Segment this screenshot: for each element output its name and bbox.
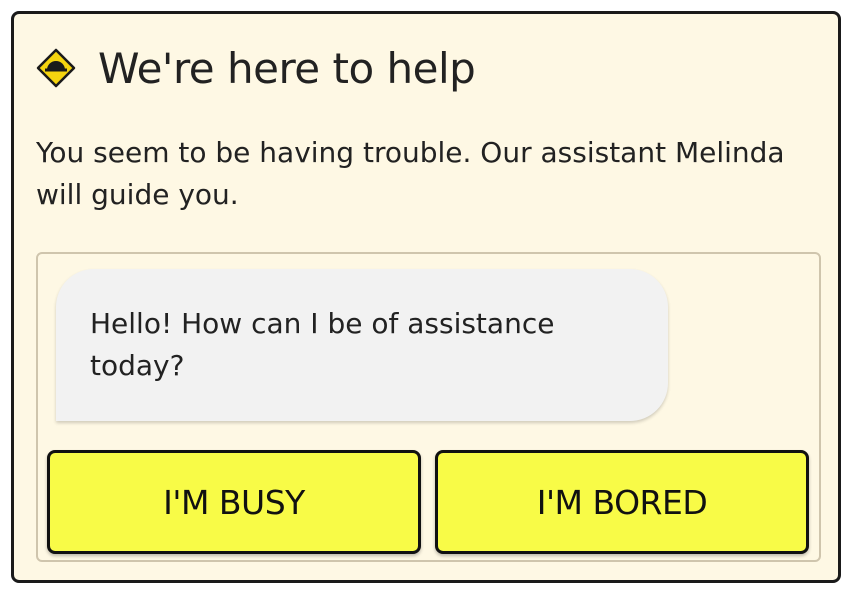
chat-panel: Hello! How can I be of assistance today?… (36, 252, 821, 562)
assistant-message-bubble: Hello! How can I be of assistance today? (56, 269, 668, 421)
im-busy-button[interactable]: I'M BUSY (47, 450, 421, 554)
im-bored-button[interactable]: I'M BORED (435, 450, 809, 554)
dialog-title: We're here to help (98, 43, 476, 93)
dialog-header: We're here to help (36, 42, 476, 94)
dialog-message: You seem to be having trouble. Our assis… (36, 136, 785, 211)
help-dialog: We're here to help You seem to be having… (11, 11, 841, 583)
warning-diamond-icon (36, 48, 76, 88)
